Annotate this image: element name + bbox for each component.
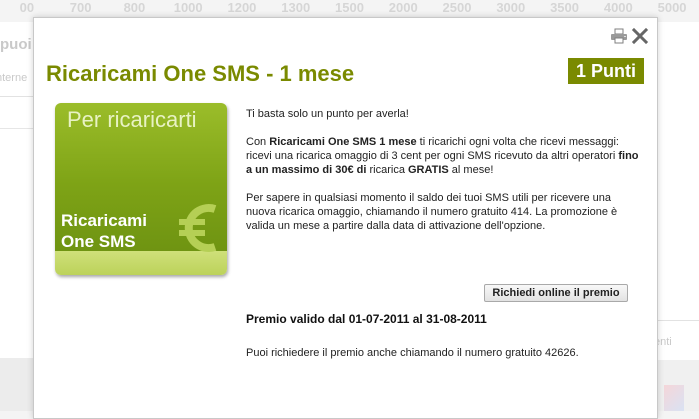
card-name-line: One SMS — [61, 232, 136, 251]
text-fragment: Con — [246, 136, 270, 148]
validity-period: Premio valido dal 01-07-2011 al 31-08-20… — [246, 312, 487, 326]
card-tagline: Per ricaricarti — [67, 107, 197, 132]
offer-description: Ti basta solo un punto per averla! Con R… — [246, 107, 644, 247]
card-product-name: Ricaricami One SMS — [61, 210, 147, 252]
background-left-subtitle: nterne — [0, 72, 28, 84]
intro-text: Ti basta solo un punto per averla! — [246, 108, 409, 120]
text-fragment: ricarica — [366, 164, 408, 176]
balance-info-text: Per sapere in qualsiasi momento il saldo… — [246, 192, 618, 232]
background-divider — [0, 96, 34, 97]
background-divider — [0, 128, 34, 129]
euro-icon — [179, 204, 217, 252]
offer-card-image: Per ricaricarti Ricaricami One SMS — [55, 103, 227, 275]
product-name-emphasis: Ricaricami One SMS 1 mese — [269, 136, 417, 148]
print-icon[interactable] — [610, 28, 628, 44]
close-icon[interactable] — [631, 27, 649, 45]
background-footer-block — [0, 358, 34, 411]
request-online-button[interactable]: Richiedi online il premio — [484, 284, 628, 302]
phone-request-note: Puoi richiedere il premio anche chiamand… — [246, 347, 579, 359]
offer-details-text: Con Ricaricami One SMS 1 mese ti ricaric… — [246, 135, 644, 177]
page-title: Ricaricami One SMS - 1 mese — [46, 61, 355, 86]
card-name-line: Ricaricami — [61, 211, 147, 230]
background-right-panel — [657, 22, 699, 411]
text-fragment: al mese! — [448, 164, 494, 176]
reward-detail-modal: Ricaricami One SMS - 1 mese 1 Punti Per … — [33, 17, 658, 419]
points-badge: 1 Punti — [568, 58, 644, 84]
background-accent-image — [664, 385, 684, 411]
background-divider — [657, 320, 699, 321]
background-left-title: puoi — [0, 36, 32, 53]
free-emphasis: GRATIS — [408, 164, 449, 176]
